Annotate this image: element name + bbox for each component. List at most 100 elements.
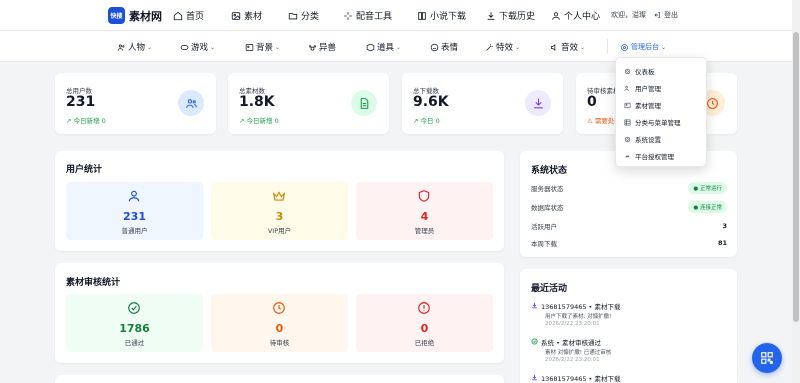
user-stats-panel: 用户统计 231 普通用户 3 VIP用户 4 管理员 — [55, 151, 504, 251]
chevron-down-icon: ⌄ — [210, 43, 216, 51]
menu-item-dashboard[interactable]: 仪表板 — [624, 66, 655, 76]
logout-icon — [654, 12, 660, 18]
sound-icon — [551, 43, 556, 51]
status-label: 数据库状态 — [531, 204, 564, 212]
tile-value: 0 — [420, 322, 429, 335]
category-beasts[interactable]: 异兽 — [308, 41, 336, 53]
admin-dropdown-menu: 仪表板 用户管理 素材管理 分类与菜单管理 系统设置 平台授权管理 — [615, 57, 707, 167]
category-effects[interactable]: 特效 ⌄ — [485, 41, 520, 53]
category-admin[interactable]: 管理后台 ⌄ — [620, 42, 666, 52]
logo[interactable]: 快搜 素材网 — [108, 7, 162, 24]
panel-title: 用户统计 — [66, 165, 103, 175]
qr-code-icon — [761, 352, 773, 364]
stat-sub-text: 今日新增 0 — [73, 117, 106, 125]
qr-code-button[interactable] — [752, 343, 782, 373]
gear-icon — [624, 136, 631, 142]
stat-sub-text: 今日 0 — [420, 117, 440, 125]
next-panel — [55, 375, 504, 383]
tile-rejected: 0 已拒绝 — [356, 294, 493, 352]
nav-dubbing-label: 配音工具 — [356, 12, 393, 22]
nav-categories[interactable]: 分类 — [288, 9, 319, 22]
nav-dubbing[interactable]: 配音工具 — [343, 9, 392, 22]
menu-item-label: 平台授权管理 — [635, 153, 674, 161]
panel-title: 素材审核统计 — [66, 278, 121, 288]
nav-profile[interactable]: 个人中心 — [551, 9, 600, 22]
book-icon — [418, 11, 426, 20]
nav-profile-label: 个人中心 — [564, 12, 601, 22]
chevron-down-icon: ⌄ — [275, 43, 281, 51]
menu-item-user-management[interactable]: 用户管理 — [624, 83, 661, 93]
stat-value: 1.8K — [239, 94, 275, 110]
tile-label: 已通过 — [124, 339, 145, 347]
grid-icon — [624, 119, 631, 125]
nav-download-history[interactable]: 下载历史 — [486, 9, 535, 22]
category-separator — [607, 39, 608, 54]
smile-icon — [430, 43, 439, 51]
status-label: 服务器状态 — [531, 185, 564, 193]
chevron-down-icon: ⌄ — [661, 43, 667, 51]
tile-value: 4 — [420, 210, 429, 223]
menu-item-label: 分类与菜单管理 — [635, 119, 681, 127]
tile-vip-users: 3 VIP用户 — [211, 182, 348, 240]
nav-assets[interactable]: 素材 — [231, 9, 262, 22]
status-badge: ● 正常运行 — [688, 182, 727, 194]
chevron-down-icon: ⌄ — [396, 43, 402, 51]
scrollbar-thumb[interactable] — [793, 32, 799, 322]
home-icon — [173, 11, 183, 20]
category-props-label: 道具 — [377, 43, 395, 53]
category-emoji-label: 表情 — [441, 43, 459, 53]
status-row-database: 数据库状态 ● 连接正常 — [531, 201, 727, 213]
category-backgrounds-label: 背景 — [256, 43, 274, 53]
activity-title: 13681579465 • 素材下载 — [541, 303, 621, 311]
category-people[interactable]: 人物 ⌄ — [117, 41, 152, 53]
menu-item-platform-auth[interactable]: 平台授权管理 — [624, 151, 674, 161]
menu-item-asset-management[interactable]: 素材管理 — [624, 100, 661, 110]
activity-title: 13681579465 • 素材下载 — [541, 375, 621, 383]
category-beasts-label: 异兽 — [319, 43, 337, 53]
logo-text: 素材网 — [129, 9, 162, 23]
stat-sub: ↗ 今日新增 0 — [239, 117, 279, 125]
nav-home-label: 首页 — [186, 12, 205, 22]
recent-activity-panel: 最近活动 13681579465 • 素材下载 用户下载了素材: 对慷扩撒! 2… — [520, 269, 737, 383]
stat-value: 9.6K — [413, 94, 449, 110]
menu-item-label: 系统设置 — [635, 136, 661, 144]
status-badge-text: 连接正常 — [699, 205, 722, 211]
category-games-label: 游戏 — [191, 43, 209, 53]
chevron-down-icon: ⌄ — [515, 43, 521, 51]
image-icon — [231, 11, 241, 20]
status-label: 活跃用户 — [531, 223, 557, 231]
download-icon — [532, 374, 537, 381]
activity-title: 系统 • 素材审核通过 — [541, 339, 601, 347]
tile-label: 待审核 — [269, 339, 290, 347]
status-row-weekly-downloads: 本周下载 81 — [531, 238, 727, 248]
logo-badge: 快搜 — [108, 7, 125, 24]
category-props[interactable]: 道具 ⌄ — [366, 41, 401, 53]
tile-label: 管理员 — [414, 227, 435, 235]
category-emoji[interactable]: 表情 — [430, 41, 458, 53]
nav-home[interactable]: 首页 — [173, 9, 204, 22]
folder-icon — [288, 12, 298, 19]
magic-icon — [486, 43, 493, 51]
tile-label: 普通用户 — [121, 227, 148, 235]
top-navbar: 快搜 素材网 首页 素材 分类 配音工具 小说下载 下载历史 个人中心 欢迎，溢… — [0, 0, 800, 31]
status-value: 3 — [722, 222, 727, 230]
category-backgrounds[interactable]: 背景 ⌄ — [245, 41, 280, 53]
greeting-text: 欢迎，溢璨 — [611, 11, 646, 19]
stat-value: 231 — [66, 94, 96, 110]
nav-novel-download[interactable]: 小说下载 — [417, 9, 466, 22]
nav-assets-label: 素材 — [244, 12, 263, 22]
stat-sub: ↗ 今日新增 0 — [66, 117, 106, 125]
link-icon — [625, 154, 630, 158]
nav-categories-label: 分类 — [301, 12, 320, 22]
menu-item-category-menu[interactable]: 分类与菜单管理 — [624, 117, 681, 127]
category-games[interactable]: 游戏 ⌄ — [180, 41, 215, 53]
users-icon — [624, 85, 629, 91]
category-sounds[interactable]: 音效 ⌄ — [550, 41, 585, 53]
review-stats-panel: 素材审核统计 1786 已通过 0 待审核 0 已拒绝 — [55, 263, 504, 363]
users-icon — [117, 44, 125, 51]
gamepad-icon — [180, 44, 189, 50]
menu-item-system-settings[interactable]: 系统设置 — [624, 134, 661, 144]
status-row-server: 服务器状态 ● 正常运行 — [531, 182, 727, 194]
logout-button[interactable]: 登出 — [653, 10, 678, 20]
menu-item-label: 素材管理 — [635, 102, 661, 110]
